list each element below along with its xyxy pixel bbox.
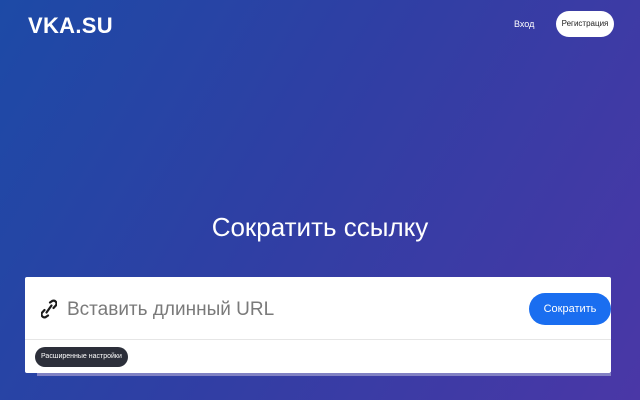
url-input[interactable] [65, 293, 509, 327]
register-button[interactable]: Регистрация [556, 11, 614, 37]
link-icon [40, 299, 58, 319]
url-input-row: Сократить [25, 277, 611, 340]
page-title: Сократить ссылку [211, 212, 429, 242]
shorten-button[interactable]: Сократить [529, 293, 611, 325]
advanced-settings-button[interactable]: Расширенные настройки [35, 347, 128, 367]
site-logo[interactable]: VKA.SU [28, 13, 113, 39]
shorten-form-card: Сократить Расширенные настройки [25, 277, 611, 373]
login-link[interactable]: Вход [514, 19, 534, 29]
card-shadow [37, 373, 611, 376]
